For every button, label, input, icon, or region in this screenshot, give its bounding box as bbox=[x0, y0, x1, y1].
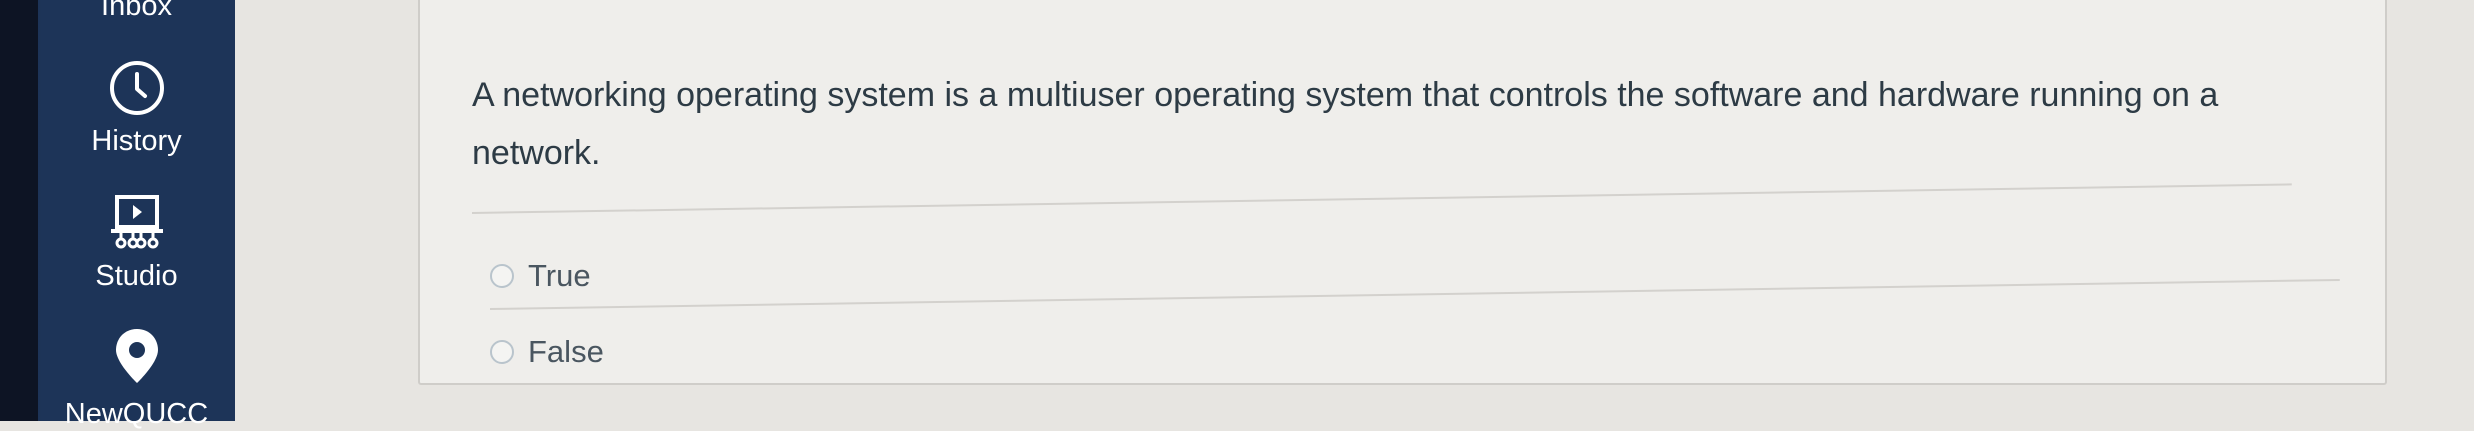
sidebar-item-label: Inbox bbox=[101, 0, 172, 22]
radio-button[interactable] bbox=[490, 264, 514, 288]
clock-icon bbox=[109, 61, 164, 115]
answer-option-true[interactable]: True bbox=[490, 258, 591, 294]
question-card bbox=[418, 0, 2387, 385]
global-nav-sidebar: Inbox History Studio NewQUCC bbox=[0, 0, 235, 430]
location-pin-icon bbox=[115, 329, 158, 383]
sidebar-edge-strip bbox=[0, 0, 38, 421]
sidebar-item-studio[interactable]: Studio bbox=[38, 193, 235, 293]
answer-label: False bbox=[528, 334, 604, 369]
sidebar-item-label: Studio bbox=[95, 260, 178, 292]
radio-button[interactable] bbox=[490, 340, 514, 364]
sidebar-item-label: NewQUCC bbox=[64, 398, 209, 430]
question-text: A networking operating system is a multi… bbox=[472, 76, 2219, 172]
sidebar-item-newqucc[interactable]: NewQUCC bbox=[38, 327, 235, 431]
studio-icon bbox=[110, 195, 163, 249]
answer-option-false[interactable]: False bbox=[490, 334, 604, 370]
sidebar-item-history[interactable]: History bbox=[38, 58, 235, 158]
answer-label: True bbox=[528, 258, 591, 293]
sidebar-item-inbox[interactable]: Inbox bbox=[38, 0, 235, 23]
sidebar-item-label: History bbox=[91, 125, 182, 157]
